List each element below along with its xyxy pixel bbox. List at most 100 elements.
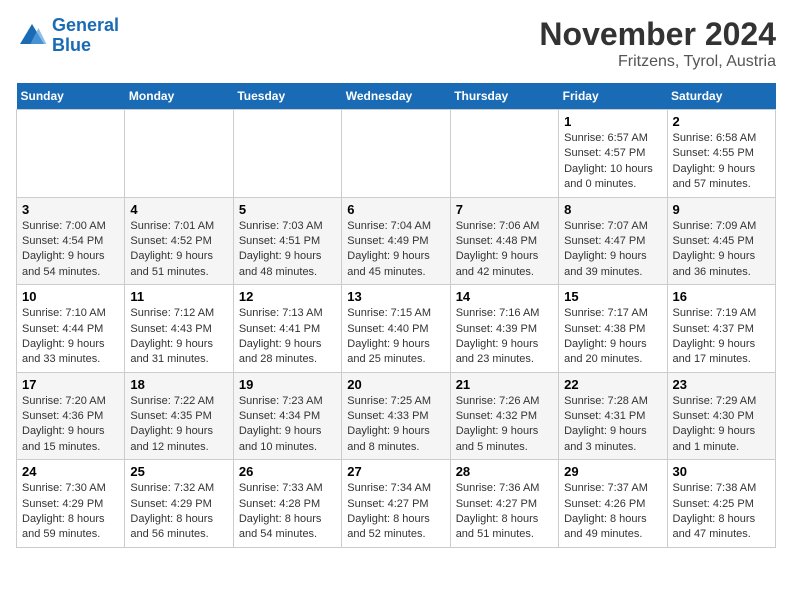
calendar-cell: 20Sunrise: 7:25 AM Sunset: 4:33 PM Dayli… <box>342 372 450 460</box>
col-header-saturday: Saturday <box>667 83 775 110</box>
calendar-cell: 30 Sunrise: 7:38 AM Sunset: 4:25 PM Dayli… <box>667 460 775 548</box>
day-info: Sunrise: 6:58 AM Sunset: 4:55 PM Dayligh… <box>673 131 770 193</box>
calendar-header-row: SundayMondayTuesdayWednesdayThursdayFrid… <box>17 83 776 110</box>
day-number: 22 <box>564 377 661 392</box>
logo: General Blue <box>16 16 119 56</box>
day-info: Sunrise: 7:28 AM Sunset: 4:31 PM Dayligh… <box>564 394 661 456</box>
day-number: 23 <box>673 377 770 392</box>
day-info: Sunrise: 7:00 AM Sunset: 4:54 PM Dayligh… <box>22 219 119 281</box>
title-block: November 2024 Fritzens, Tyrol, Austria <box>539 16 776 71</box>
calendar-cell <box>233 110 341 198</box>
col-header-thursday: Thursday <box>450 83 558 110</box>
day-number: 1 <box>564 114 661 129</box>
day-number: 7 <box>456 202 553 217</box>
location: Fritzens, Tyrol, Austria <box>539 53 776 71</box>
calendar-cell: 1 Sunrise: 6:57 AM Sunset: 4:57 PM Daylig… <box>559 110 667 198</box>
calendar-week-row: 10Sunrise: 7:10 AM Sunset: 4:44 PM Dayli… <box>17 285 776 373</box>
day-info: Sunrise: 7:04 AM Sunset: 4:49 PM Dayligh… <box>347 219 444 281</box>
day-number: 26 <box>239 464 336 479</box>
day-number: 28 <box>456 464 553 479</box>
day-info: Sunrise: 7:16 AM Sunset: 4:39 PM Dayligh… <box>456 306 553 368</box>
calendar-week-row: 3 Sunrise: 7:00 AM Sunset: 4:54 PM Daylig… <box>17 197 776 285</box>
col-header-monday: Monday <box>125 83 233 110</box>
calendar-week-row: 1 Sunrise: 6:57 AM Sunset: 4:57 PM Daylig… <box>17 110 776 198</box>
calendar-cell: 24Sunrise: 7:30 AM Sunset: 4:29 PM Dayli… <box>17 460 125 548</box>
day-info: Sunrise: 7:03 AM Sunset: 4:51 PM Dayligh… <box>239 219 336 281</box>
logo-icon <box>16 20 48 52</box>
page-header: General Blue November 2024 Fritzens, Tyr… <box>16 16 776 71</box>
calendar-cell: 4 Sunrise: 7:01 AM Sunset: 4:52 PM Daylig… <box>125 197 233 285</box>
day-info: Sunrise: 7:26 AM Sunset: 4:32 PM Dayligh… <box>456 394 553 456</box>
day-number: 15 <box>564 289 661 304</box>
col-header-tuesday: Tuesday <box>233 83 341 110</box>
day-info: Sunrise: 7:37 AM Sunset: 4:26 PM Dayligh… <box>564 481 661 543</box>
day-number: 9 <box>673 202 770 217</box>
month-title: November 2024 <box>539 16 776 53</box>
calendar-cell: 11 Sunrise: 7:12 AM Sunset: 4:43 PM Dayli… <box>125 285 233 373</box>
calendar-cell: 15 Sunrise: 7:17 AM Sunset: 4:38 PM Dayli… <box>559 285 667 373</box>
day-number: 11 <box>130 289 227 304</box>
calendar-cell: 19 Sunrise: 7:23 AM Sunset: 4:34 PM Dayli… <box>233 372 341 460</box>
col-header-friday: Friday <box>559 83 667 110</box>
day-number: 10 <box>22 289 119 304</box>
calendar-cell: 2 Sunrise: 6:58 AM Sunset: 4:55 PM Daylig… <box>667 110 775 198</box>
day-number: 4 <box>130 202 227 217</box>
calendar-cell <box>342 110 450 198</box>
calendar-cell <box>450 110 558 198</box>
calendar-cell <box>17 110 125 198</box>
day-number: 21 <box>456 377 553 392</box>
calendar-week-row: 17 Sunrise: 7:20 AM Sunset: 4:36 PM Dayli… <box>17 372 776 460</box>
day-info: Sunrise: 7:13 AM Sunset: 4:41 PM Dayligh… <box>239 306 336 368</box>
calendar-table: SundayMondayTuesdayWednesdayThursdayFrid… <box>16 83 776 548</box>
calendar-cell: 18Sunrise: 7:22 AM Sunset: 4:35 PM Dayli… <box>125 372 233 460</box>
day-number: 6 <box>347 202 444 217</box>
day-info: Sunrise: 7:09 AM Sunset: 4:45 PM Dayligh… <box>673 219 770 281</box>
calendar-cell: 17 Sunrise: 7:20 AM Sunset: 4:36 PM Dayli… <box>17 372 125 460</box>
calendar-cell: 28 Sunrise: 7:36 AM Sunset: 4:27 PM Dayli… <box>450 460 558 548</box>
day-number: 3 <box>22 202 119 217</box>
day-number: 17 <box>22 377 119 392</box>
calendar-cell: 23Sunrise: 7:29 AM Sunset: 4:30 PM Dayli… <box>667 372 775 460</box>
day-info: Sunrise: 7:17 AM Sunset: 4:38 PM Dayligh… <box>564 306 661 368</box>
calendar-cell: 5 Sunrise: 7:03 AM Sunset: 4:51 PM Daylig… <box>233 197 341 285</box>
day-info: Sunrise: 7:19 AM Sunset: 4:37 PM Dayligh… <box>673 306 770 368</box>
calendar-cell: 27Sunrise: 7:34 AM Sunset: 4:27 PM Dayli… <box>342 460 450 548</box>
day-info: Sunrise: 7:38 AM Sunset: 4:25 PM Dayligh… <box>673 481 770 543</box>
day-info: Sunrise: 7:32 AM Sunset: 4:29 PM Dayligh… <box>130 481 227 543</box>
day-info: Sunrise: 7:25 AM Sunset: 4:33 PM Dayligh… <box>347 394 444 456</box>
calendar-cell: 21 Sunrise: 7:26 AM Sunset: 4:32 PM Dayli… <box>450 372 558 460</box>
calendar-cell: 9 Sunrise: 7:09 AM Sunset: 4:45 PM Daylig… <box>667 197 775 285</box>
calendar-cell: 25Sunrise: 7:32 AM Sunset: 4:29 PM Dayli… <box>125 460 233 548</box>
calendar-cell: 14Sunrise: 7:16 AM Sunset: 4:39 PM Dayli… <box>450 285 558 373</box>
day-info: Sunrise: 7:36 AM Sunset: 4:27 PM Dayligh… <box>456 481 553 543</box>
day-number: 16 <box>673 289 770 304</box>
calendar-cell: 6 Sunrise: 7:04 AM Sunset: 4:49 PM Daylig… <box>342 197 450 285</box>
day-number: 30 <box>673 464 770 479</box>
day-number: 24 <box>22 464 119 479</box>
calendar-cell: 29 Sunrise: 7:37 AM Sunset: 4:26 PM Dayli… <box>559 460 667 548</box>
day-info: Sunrise: 7:01 AM Sunset: 4:52 PM Dayligh… <box>130 219 227 281</box>
day-info: Sunrise: 7:06 AM Sunset: 4:48 PM Dayligh… <box>456 219 553 281</box>
day-number: 8 <box>564 202 661 217</box>
calendar-cell: 12Sunrise: 7:13 AM Sunset: 4:41 PM Dayli… <box>233 285 341 373</box>
calendar-cell <box>125 110 233 198</box>
day-number: 13 <box>347 289 444 304</box>
logo-text: General Blue <box>52 16 119 56</box>
calendar-cell: 7 Sunrise: 7:06 AM Sunset: 4:48 PM Daylig… <box>450 197 558 285</box>
calendar-cell: 16 Sunrise: 7:19 AM Sunset: 4:37 PM Dayli… <box>667 285 775 373</box>
col-header-sunday: Sunday <box>17 83 125 110</box>
day-number: 19 <box>239 377 336 392</box>
day-info: Sunrise: 6:57 AM Sunset: 4:57 PM Dayligh… <box>564 131 661 193</box>
day-info: Sunrise: 7:34 AM Sunset: 4:27 PM Dayligh… <box>347 481 444 543</box>
calendar-cell: 26 Sunrise: 7:33 AM Sunset: 4:28 PM Dayli… <box>233 460 341 548</box>
day-number: 5 <box>239 202 336 217</box>
day-info: Sunrise: 7:23 AM Sunset: 4:34 PM Dayligh… <box>239 394 336 456</box>
day-info: Sunrise: 7:07 AM Sunset: 4:47 PM Dayligh… <box>564 219 661 281</box>
day-number: 2 <box>673 114 770 129</box>
day-info: Sunrise: 7:33 AM Sunset: 4:28 PM Dayligh… <box>239 481 336 543</box>
day-number: 29 <box>564 464 661 479</box>
day-info: Sunrise: 7:20 AM Sunset: 4:36 PM Dayligh… <box>22 394 119 456</box>
day-info: Sunrise: 7:22 AM Sunset: 4:35 PM Dayligh… <box>130 394 227 456</box>
calendar-cell: 8 Sunrise: 7:07 AM Sunset: 4:47 PM Daylig… <box>559 197 667 285</box>
day-info: Sunrise: 7:12 AM Sunset: 4:43 PM Dayligh… <box>130 306 227 368</box>
